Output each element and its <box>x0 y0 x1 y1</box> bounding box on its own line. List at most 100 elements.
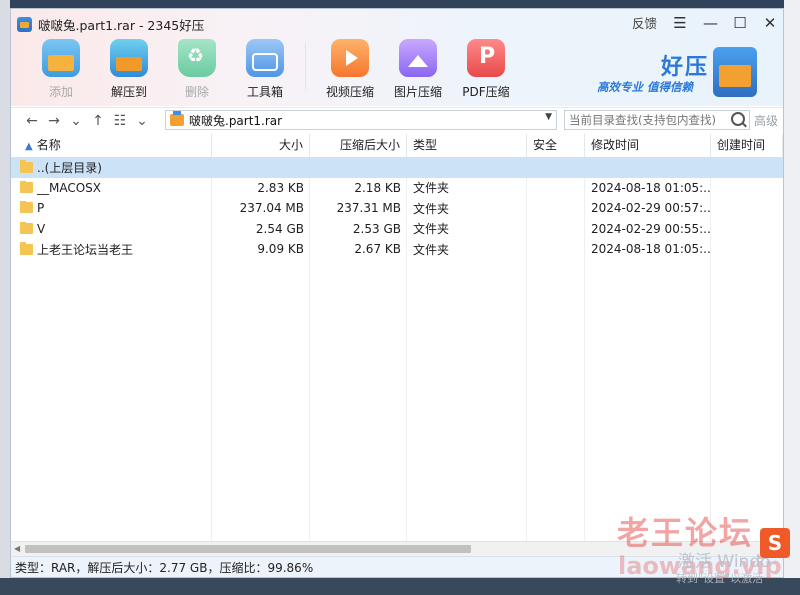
file-modified: 2024-08-18 01:05:... <box>591 180 711 195</box>
search-box <box>564 110 750 130</box>
recycle-icon <box>178 39 216 77</box>
menu-icon[interactable]: ☰ <box>673 15 687 31</box>
sort-ascending-icon: ▲ <box>25 141 33 152</box>
column-name-label: 名称 <box>36 138 61 152</box>
file-name: P <box>37 201 45 216</box>
file-name: V <box>37 221 46 236</box>
navigation-bar: ← → ⌄ ↑ ☷ ⌄ 啵啵兔.part1.rar ▼ 高级 <box>11 107 783 135</box>
file-packed-size: 237.31 MB <box>336 201 401 216</box>
column-security[interactable]: 安全 <box>527 134 585 157</box>
pdf-compress-button[interactable]: PDF压缩 <box>452 39 520 100</box>
brand-banner: 好压 高效专业 值得信赖 <box>597 47 757 99</box>
search-input[interactable] <box>565 111 733 129</box>
extract-to-button[interactable]: 解压到 <box>95 39 163 100</box>
table-row[interactable]: 上老王论坛当老王 9.09 KB 2.67 KB 文件夹 2024-08-18 … <box>11 239 783 260</box>
delete-button[interactable]: 删除 <box>163 39 231 100</box>
column-size[interactable]: 大小 <box>212 134 310 157</box>
forward-arrow-icon[interactable]: → <box>43 113 65 129</box>
pdf-compress-label: PDF压缩 <box>462 85 510 99</box>
folder-icon <box>20 221 33 234</box>
activate-windows-subtitle: 转到"设置"以激活 <box>676 572 764 585</box>
window-controls: 反馈 ☰ — ☐ ✕ <box>632 13 777 32</box>
image-compress-label: 图片压缩 <box>393 85 442 99</box>
delete-label: 删除 <box>184 85 209 99</box>
activate-windows-title: 激活 Windo <box>678 552 771 572</box>
file-type: 文件夹 <box>413 242 450 257</box>
brand-slogan: 高效专业 值得信赖 <box>597 80 694 94</box>
image-compress-button[interactable]: 图片压缩 <box>384 39 452 100</box>
file-size: 237.04 MB <box>239 201 304 216</box>
file-name: ..(上层目录) <box>37 160 102 175</box>
file-type: 文件夹 <box>413 181 450 196</box>
file-packed-size: 2.53 GB <box>352 221 401 236</box>
window-title: 啵啵兔.part1.rar - 2345好压 <box>38 17 205 33</box>
brand-logo-icon <box>713 47 757 97</box>
column-type[interactable]: 类型 <box>407 134 527 157</box>
video-compress-icon <box>331 39 369 77</box>
search-icon[interactable] <box>731 112 745 126</box>
desktop-right-strip <box>784 0 800 595</box>
back-arrow-icon[interactable]: ← <box>21 113 43 129</box>
close-button[interactable]: ✕ <box>763 15 777 31</box>
video-compress-label: 视频压缩 <box>325 85 374 99</box>
add-label: 添加 <box>48 85 73 99</box>
title-bar: 啵啵兔.part1.rar - 2345好压 <box>17 15 204 33</box>
pdf-compress-icon <box>467 39 505 77</box>
file-name: __MACOSX <box>37 180 102 195</box>
history-dropdown-icon[interactable]: ⌄ <box>65 113 87 129</box>
view-mode-icon[interactable]: ☷ <box>109 113 131 129</box>
maximize-button[interactable]: ☐ <box>733 15 747 31</box>
desktop-left-strip <box>0 0 10 595</box>
table-row[interactable]: ..(上层目录) <box>11 157 783 178</box>
toolbox-button[interactable]: 工具箱 <box>231 39 299 100</box>
table-row[interactable]: V 2.54 GB 2.53 GB 文件夹 2024-02-29 00:55:.… <box>11 219 783 240</box>
main-toolbar: 添加 解压到 删除 工具箱 视频压缩 图片压缩 <box>27 39 520 100</box>
table-row[interactable]: __MACOSX 2.83 KB 2.18 KB 文件夹 2024-08-18 … <box>11 178 783 199</box>
feedback-link[interactable]: 反馈 <box>632 13 657 32</box>
column-packed-size[interactable]: 压缩后大小 <box>310 134 407 157</box>
folder-icon <box>20 180 33 193</box>
column-modified[interactable]: 修改时间 <box>585 134 711 157</box>
archive-icon <box>170 111 184 126</box>
path-field[interactable]: 啵啵兔.part1.rar ▼ <box>165 110 557 130</box>
file-size: 2.83 KB <box>257 180 304 195</box>
image-compress-icon <box>399 39 437 77</box>
file-type: 文件夹 <box>413 201 450 216</box>
add-button[interactable]: 添加 <box>27 39 95 100</box>
file-modified: 2024-02-29 00:55:... <box>591 221 711 236</box>
minimize-button[interactable]: — <box>703 15 718 31</box>
video-compress-button[interactable]: 视频压缩 <box>316 39 384 100</box>
file-packed-size: 2.67 KB <box>354 242 401 257</box>
folder-icon <box>20 201 33 214</box>
toolbox-icon <box>246 39 284 77</box>
column-created[interactable]: 创建时间 <box>711 134 783 157</box>
app-logo-icon <box>17 16 32 32</box>
path-text: 啵啵兔.part1.rar <box>189 113 283 128</box>
file-modified: 2024-02-29 00:57:... <box>591 201 711 216</box>
file-table-header: ▲ 名称 大小 压缩后大小 类型 安全 修改时间 创建时间 <box>11 134 783 158</box>
sougou-input-icon[interactable]: S <box>760 528 790 558</box>
file-packed-size: 2.18 KB <box>354 180 401 195</box>
file-name: 上老王论坛当老王 <box>37 242 134 257</box>
brand-name: 好压 <box>661 55 710 80</box>
scroll-left-icon[interactable]: ◀ <box>14 544 20 553</box>
column-name[interactable]: ▲ 名称 <box>11 134 212 157</box>
extract-icon <box>110 39 148 77</box>
view-mode-dropdown-icon[interactable]: ⌄ <box>131 113 153 129</box>
up-arrow-icon[interactable]: ↑ <box>87 113 109 129</box>
add-archive-icon <box>42 39 80 77</box>
folder-icon <box>20 241 33 255</box>
file-size: 2.54 GB <box>255 221 304 236</box>
file-type: 文件夹 <box>413 222 450 237</box>
table-row[interactable]: P 237.04 MB 237.31 MB 文件夹 2024-02-29 00:… <box>11 198 783 219</box>
extract-label: 解压到 <box>110 85 147 99</box>
path-dropdown-icon[interactable]: ▼ <box>545 112 552 122</box>
folder-icon <box>20 159 33 173</box>
scrollbar-thumb[interactable] <box>25 545 471 553</box>
advanced-search-link[interactable]: 高级 <box>754 112 778 129</box>
window-header: 啵啵兔.part1.rar - 2345好压 反馈 ☰ — ☐ ✕ 添加 解压到… <box>11 9 783 106</box>
file-list: ..(上层目录) __MACOSX 2.83 KB 2.18 KB 文件夹 20… <box>11 157 783 260</box>
toolbox-label: 工具箱 <box>246 85 283 99</box>
archive-window: 啵啵兔.part1.rar - 2345好压 反馈 ☰ — ☐ ✕ 添加 解压到… <box>10 8 784 578</box>
file-modified: 2024-08-18 01:05:... <box>591 242 711 257</box>
